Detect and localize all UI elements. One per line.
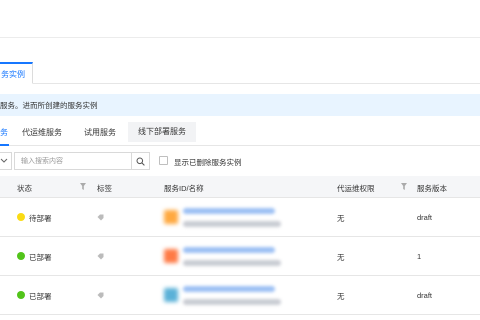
column-ops-permission: 代运维权限 <box>337 184 375 193</box>
service-id-link[interactable] <box>183 286 275 292</box>
ops-permission: 无 <box>337 253 345 262</box>
show-deleted-label: 显示已删除服务实例 <box>174 158 242 167</box>
chevron-down-icon <box>0 158 8 163</box>
table-row[interactable]: 已部署 无 1 <box>0 238 480 276</box>
table-header: 状态 标签 服务ID/名称 代运维权限 服务版本 <box>0 176 480 198</box>
service-id-link[interactable] <box>183 208 275 214</box>
show-deleted-checkbox[interactable] <box>159 156 168 165</box>
ops-permission: 无 <box>337 214 345 223</box>
filter-icon[interactable] <box>401 183 407 190</box>
service-version: draft <box>417 291 433 300</box>
search-field[interactable] <box>14 152 132 170</box>
subtab-trial[interactable]: 试用服务 <box>84 126 116 146</box>
service-id-link[interactable] <box>183 247 275 253</box>
subtab-bar: 务 代运维服务 试用服务 线下部署服务 <box>0 122 480 146</box>
filter-dropdown[interactable] <box>0 152 12 170</box>
filter-icon[interactable] <box>80 183 86 190</box>
table-row[interactable]: 已部署 无 draft <box>0 277 480 315</box>
service-version: draft <box>417 213 433 222</box>
tag-icon[interactable] <box>97 292 104 299</box>
deployed-status-icon <box>17 291 25 299</box>
status-text: 已部署 <box>29 253 52 262</box>
table-row[interactable]: 待部署 无 draft <box>0 199 480 237</box>
tag-icon[interactable] <box>97 214 104 221</box>
column-status: 状态 <box>17 184 32 193</box>
deployed-status-icon <box>17 252 25 260</box>
subtab-all[interactable]: 务 <box>0 126 9 146</box>
top-bar <box>0 0 480 38</box>
info-notice: 服务。进而所创建的服务实例 <box>0 94 480 116</box>
search-icon <box>136 157 145 166</box>
pending-status-icon <box>17 213 25 221</box>
subtab-offline-deploy[interactable]: 线下部署服务 <box>128 122 196 142</box>
service-logo <box>164 249 178 263</box>
service-version: 1 <box>417 252 422 261</box>
search-button[interactable] <box>132 152 150 170</box>
column-service-version: 服务版本 <box>417 184 447 193</box>
tab-service-instances[interactable]: 务实例 <box>0 62 33 84</box>
status-text: 待部署 <box>29 214 52 223</box>
column-service-id-name: 服务ID/名称 <box>164 184 204 193</box>
notice-text: 服务。进而所创建的服务实例 <box>0 101 98 110</box>
service-name <box>183 221 281 227</box>
tag-icon[interactable] <box>97 253 104 260</box>
subtab-managed-ops[interactable]: 代运维服务 <box>22 126 62 146</box>
search-input[interactable] <box>21 156 121 167</box>
tab-bar <box>0 38 480 84</box>
service-logo <box>164 288 178 302</box>
status-text: 已部署 <box>29 292 52 301</box>
service-logo <box>164 210 178 224</box>
ops-permission: 无 <box>337 292 345 301</box>
column-tags: 标签 <box>97 184 112 193</box>
service-name <box>183 260 281 266</box>
service-name <box>183 299 281 305</box>
